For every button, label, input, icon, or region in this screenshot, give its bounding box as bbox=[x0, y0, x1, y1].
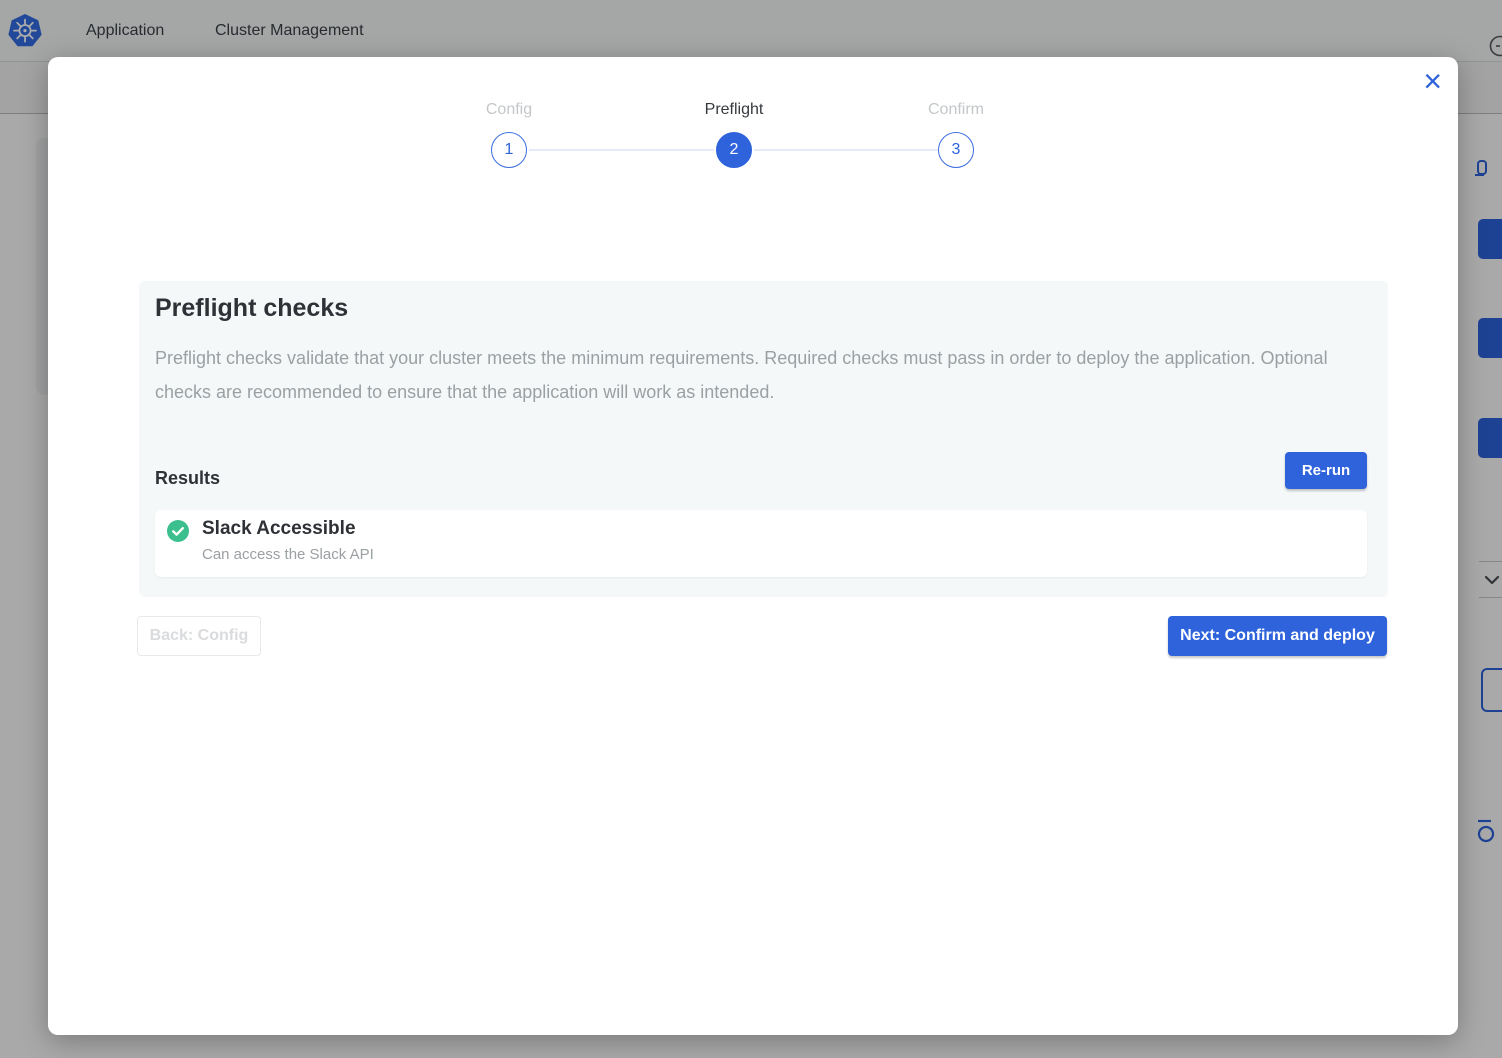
next-button[interactable]: Next: Confirm and deploy bbox=[1168, 616, 1387, 656]
panel-description: Preflight checks validate that your clus… bbox=[155, 341, 1345, 409]
step-label-preflight: Preflight bbox=[705, 101, 764, 119]
results-heading: Results bbox=[155, 468, 220, 489]
stepper-connector bbox=[529, 149, 714, 151]
panel-title: Preflight checks bbox=[155, 294, 348, 323]
preflight-panel: Preflight checks Preflight checks valida… bbox=[139, 281, 1388, 597]
step-circle-preflight: 2 bbox=[716, 132, 752, 168]
check-pass-icon bbox=[167, 520, 189, 542]
stepper-connector bbox=[754, 149, 938, 151]
step-label-confirm: Confirm bbox=[928, 101, 984, 119]
step-circle-config: 1 bbox=[491, 132, 527, 168]
step-label-config: Config bbox=[486, 101, 532, 119]
step-circle-confirm: 3 bbox=[938, 132, 974, 168]
rerun-button[interactable]: Re-run bbox=[1285, 452, 1367, 489]
back-button[interactable]: Back: Config bbox=[137, 616, 261, 656]
stepper: Config 1 Preflight 2 Confirm 3 bbox=[48, 57, 1458, 197]
check-result-row: Slack Accessible Can access the Slack AP… bbox=[155, 510, 1367, 577]
check-name: Slack Accessible bbox=[202, 518, 356, 540]
app-page: Application Cluster Management × bbox=[0, 0, 1502, 1058]
deploy-wizard-modal: × Config 1 Preflight 2 Confirm 3 Preflig… bbox=[48, 57, 1458, 1035]
check-detail: Can access the Slack API bbox=[202, 546, 374, 563]
